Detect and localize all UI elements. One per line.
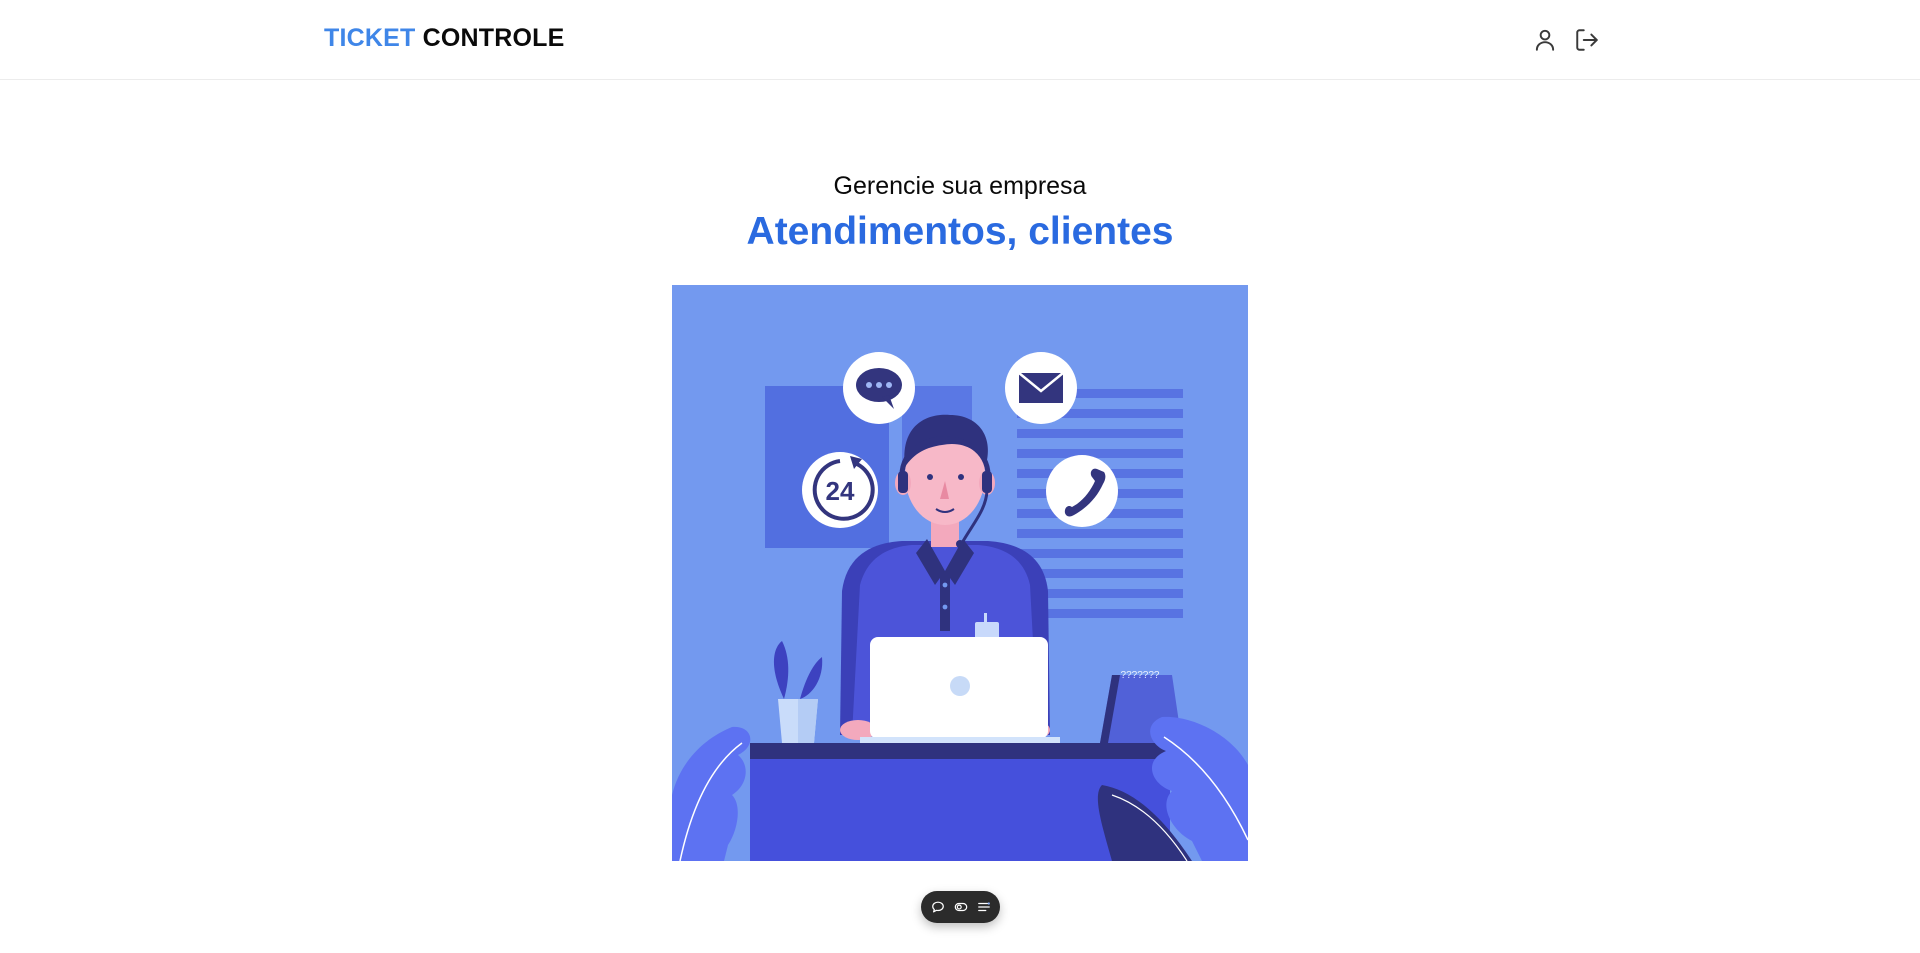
user-icon[interactable] [1531,26,1559,54]
toggle-icon[interactable] [954,900,968,914]
hero-headline: Atendimentos, clientes [746,210,1174,253]
envelope-icon [1005,352,1077,424]
brand-part-ticket: TICKET [324,24,416,52]
brand-part-controle: CONTROLE [422,24,565,52]
top-navbar: TICKET CONTROLE [0,0,1920,80]
comment-icon[interactable] [931,900,945,914]
logout-icon[interactable] [1573,26,1601,54]
svg-text:24: 24 [826,476,855,506]
chat-bubble-icon [843,352,915,424]
phone-icon [1046,455,1118,527]
customer-support-illustration: 24 ??????? [672,285,1248,861]
laptop [860,637,1060,743]
settings-sliders-icon[interactable] [977,900,991,914]
clock-24-icon: 24 [802,452,878,528]
svg-text:???????: ??????? [1121,670,1160,681]
floating-toolbar [921,891,1000,923]
brand-logo[interactable]: TICKET CONTROLE [324,24,565,53]
hero-subtitle: Gerencie sua empresa [833,172,1087,200]
